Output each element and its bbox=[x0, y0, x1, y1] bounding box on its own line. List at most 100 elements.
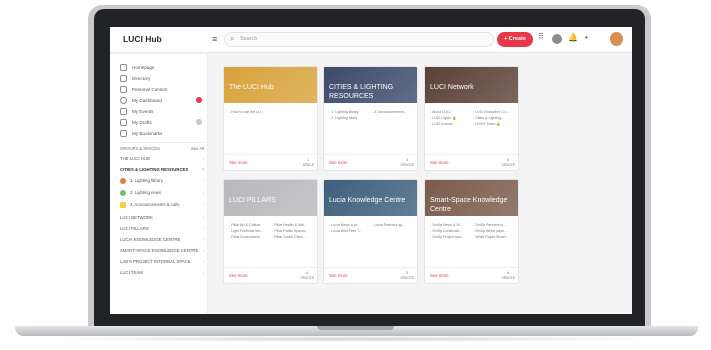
spaces-label: SPACE bbox=[302, 162, 314, 167]
card-title[interactable]: Smart-Space Knowledge Centre bbox=[430, 197, 518, 214]
card-space-links: - 1. Lighting library - 3. Announcements.… bbox=[329, 109, 417, 121]
group-card[interactable]: LUCI Network - About LUCI - LUCI Executive… bbox=[424, 66, 519, 171]
card-title[interactable]: Lucia Knowledge Centre bbox=[329, 197, 417, 206]
dashboard-alert-badge bbox=[196, 97, 202, 103]
card-title[interactable]: LUCI Network bbox=[430, 84, 518, 93]
group-cities-lighting-resources[interactable]: CITIES & LIGHTING RESOURCES ˅ bbox=[120, 167, 204, 172]
app-screen: LUCI Hub ≡ ⌕ Search + Create ⠿ 🔔 • Homep… bbox=[110, 27, 632, 314]
sidebar-item-my-events[interactable]: My Events bbox=[120, 106, 153, 116]
sidebar-item-my-dashboard[interactable]: My Dashboard bbox=[120, 95, 162, 105]
spaces-label: SPACES bbox=[400, 275, 414, 280]
laptop-mockup: LUCI Hub ≡ ⌕ Search + Create ⠿ 🔔 • Homep… bbox=[0, 0, 711, 350]
group-card[interactable]: Smart-Space Knowledge Centre - SmSp News … bbox=[424, 179, 519, 284]
spaces-count: 6 SPACES bbox=[501, 158, 515, 167]
group-luci-pillars[interactable]: LUCI PILLARS › bbox=[120, 226, 204, 231]
space-link[interactable]: - Pillar Governance bbox=[229, 234, 272, 240]
card-title[interactable]: CITIES & LIGHTING RESOURCES bbox=[329, 84, 417, 101]
group-card[interactable]: The LUCI Hub - How to use the LU... See mo… bbox=[223, 66, 318, 171]
notification-dot-icon: • bbox=[585, 33, 588, 42]
group-card[interactable]: LUCI PILLARS - Pillar Art & Culture - Pill… bbox=[223, 179, 318, 284]
draft-icon bbox=[120, 118, 127, 126]
card-footer: See more 6 SPACES bbox=[224, 267, 317, 283]
see-more-link[interactable]: See more bbox=[329, 160, 348, 165]
create-button[interactable]: + Create bbox=[497, 32, 533, 47]
group-card[interactable]: Lucia Knowledge Centre - Lucia News & pr.… bbox=[323, 179, 418, 284]
menu-icon[interactable]: ≡ bbox=[212, 34, 217, 44]
space-link[interactable]: - LUCI Events bbox=[430, 121, 473, 127]
space-link[interactable]: - White Paper Smart... bbox=[473, 234, 516, 240]
spaces-count: 6 SPACES bbox=[501, 271, 515, 280]
chevron-right-icon: › bbox=[202, 156, 204, 161]
card-space-links: - Lucia News & pr... - Lucia Partners sp.… bbox=[329, 222, 417, 234]
card-footer: See more 6 SPACES bbox=[425, 267, 518, 283]
space-link[interactable]: - SmSp Project spa... bbox=[430, 234, 473, 240]
sidebar: Homepage Directory Personal Content My D… bbox=[110, 54, 208, 314]
space-link[interactable]: - Lucia Wiki Peer T... bbox=[329, 228, 372, 234]
group-labs-project-internal-space[interactable]: LAB'S PROJECT INTERNAL SPACE › bbox=[120, 259, 204, 264]
space-link[interactable]: - 3. Announcements... bbox=[372, 109, 415, 115]
space-link[interactable]: - Pillar Social Cities... bbox=[272, 234, 315, 240]
card-footer: See more 3 SPACES bbox=[324, 267, 417, 283]
search-input[interactable]: Search bbox=[240, 36, 257, 42]
see-more-link[interactable]: See more bbox=[329, 273, 348, 278]
group-luci-network[interactable]: LUCI NETWORK › bbox=[120, 215, 204, 220]
space-link[interactable]: - 2. Lighting news bbox=[329, 115, 372, 121]
card-title[interactable]: LUCI PILLARS bbox=[229, 197, 317, 206]
group-card[interactable]: CITIES & LIGHTING RESOURCES - 1. Lighting… bbox=[323, 66, 418, 171]
see-more-link[interactable]: See more bbox=[430, 160, 449, 165]
laptop-shadow bbox=[40, 336, 671, 342]
sidebar-divider bbox=[120, 142, 204, 143]
spaces-count: 3 SPACES bbox=[400, 158, 414, 167]
card-space-links: - Pillar Art & Culture - Pillar Health & … bbox=[229, 222, 317, 240]
group-smart-space-knowledge-centre[interactable]: SMART-SPACE KNOWLEDGE CENTRE › bbox=[120, 248, 204, 253]
card-title[interactable]: The LUCI Hub bbox=[229, 84, 317, 93]
see-all-link[interactable]: See All bbox=[191, 146, 204, 151]
spaces-label: SPACES bbox=[501, 275, 515, 280]
group-lucia-knowledge-centre[interactable]: LUCIA KNOWLEDGE CENTRE › bbox=[120, 237, 204, 242]
drafts-badge bbox=[196, 119, 202, 125]
search-icon: ⌕ bbox=[230, 34, 235, 43]
spaces-label: SPACES bbox=[400, 162, 414, 167]
space-icon bbox=[120, 190, 126, 196]
group-luci-team[interactable]: LUCI TEAM › bbox=[120, 270, 204, 275]
laptop-notch bbox=[317, 326, 394, 330]
chevron-down-icon: ˅ bbox=[201, 167, 204, 172]
calendar-icon bbox=[120, 107, 127, 115]
spaces-count: 3 SPACES bbox=[400, 271, 414, 280]
card-space-links: - How to use the LU... bbox=[229, 109, 317, 115]
sidebar-item-homepage[interactable]: Homepage bbox=[120, 62, 154, 72]
sidebar-item-directory[interactable]: Directory bbox=[120, 73, 150, 83]
group-the-luci-hub[interactable]: THE LUCI HUB › bbox=[120, 156, 204, 161]
dashboard-icon bbox=[120, 96, 127, 104]
space-icon bbox=[120, 202, 126, 208]
brand-logo[interactable]: LUCI Hub bbox=[123, 34, 162, 44]
space-link[interactable]: - How to use the LU... bbox=[229, 109, 272, 115]
space-link[interactable]: - Lucia Partners sp... bbox=[372, 222, 415, 228]
see-more-link[interactable]: See more bbox=[430, 273, 449, 278]
card-footer: See more 6 SPACES bbox=[425, 154, 518, 170]
space-lighting-news[interactable]: 2. Lighting news › bbox=[120, 190, 204, 196]
sidebar-item-my-drafts[interactable]: My Drafts bbox=[120, 117, 152, 127]
home-icon bbox=[120, 63, 127, 71]
space-link[interactable]: - LIGHT Team 🔒 bbox=[473, 121, 516, 127]
spaces-label: SPACES bbox=[501, 162, 515, 167]
sidebar-item-personal-content[interactable]: Personal Content bbox=[120, 84, 168, 94]
bookmark-icon bbox=[120, 129, 127, 137]
see-more-link[interactable]: See more bbox=[229, 273, 248, 278]
top-bar: LUCI Hub ≡ ⌕ Search + Create ⠿ 🔔 • bbox=[110, 27, 632, 53]
space-icon bbox=[120, 178, 126, 184]
card-space-links: - About LUCI - LUCI Executive Co...- LUCI… bbox=[430, 109, 518, 127]
space-lighting-library[interactable]: 1. Lighting library › bbox=[120, 178, 204, 184]
search-bar[interactable]: ⌕ Search bbox=[224, 32, 494, 47]
groups-header: GROUPS & SPACES See All bbox=[120, 146, 204, 151]
spaces-count: 6 SPACES bbox=[300, 271, 314, 280]
avatar[interactable] bbox=[610, 32, 623, 46]
card-footer: See more 3 SPACES bbox=[324, 154, 417, 170]
bell-icon[interactable]: 🔔 bbox=[568, 33, 578, 42]
profile-badge-icon[interactable] bbox=[552, 34, 562, 44]
space-announcements[interactable]: 3. Announcements & calls › bbox=[120, 202, 204, 208]
apps-grid-icon[interactable]: ⠿ bbox=[538, 32, 544, 41]
card-space-links: - SmSp News & W... - SmSp Partners w...- … bbox=[430, 222, 518, 240]
sidebar-item-my-bookmarks[interactable]: My Bookmarks bbox=[120, 128, 162, 138]
see-more-link[interactable]: See more bbox=[229, 160, 248, 165]
